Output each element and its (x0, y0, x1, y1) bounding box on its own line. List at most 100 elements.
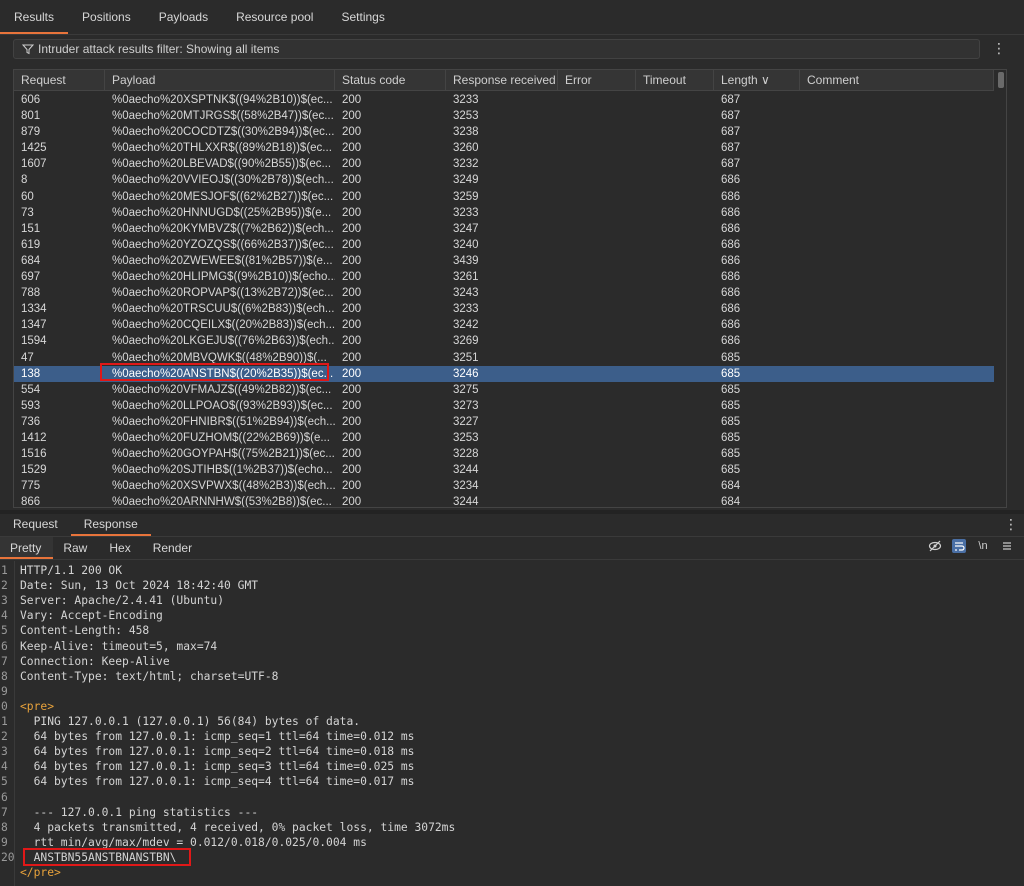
line-number: 6 (1, 639, 8, 653)
table-row[interactable]: 1425 %0aecho%20THLXXR$((89%2B18))$(ec... 2… (14, 140, 994, 156)
request-cell: 1425 (21, 142, 47, 155)
table-row[interactable]: 73 %0aecho%20HNNUGD$((25%2B95))$(e... 200 3… (14, 205, 994, 221)
line-number: 5 (1, 624, 8, 638)
column-timeout[interactable]: Timeout (636, 70, 714, 90)
newline-toggle[interactable]: \n (976, 539, 990, 553)
comment-cell (800, 414, 994, 430)
column-length[interactable]: Length ∨ (714, 70, 800, 90)
timeout-cell (636, 189, 714, 205)
table-row[interactable]: 1516 %0aecho%20GOYPAH$((75%2B21))$(ec... 2… (14, 446, 994, 462)
tab-pretty[interactable]: Pretty (0, 537, 54, 559)
table-row[interactable]: 775 %0aecho%20XSVPWX$((48%2B3))$(ech... 20… (14, 478, 994, 494)
length-cell: 685 (721, 415, 741, 428)
line-number: 7 (1, 654, 8, 668)
response-received-cell: 3228 (453, 448, 479, 461)
status-cell: 200 (342, 335, 362, 348)
request-cell: 697 (21, 271, 41, 284)
error-cell (558, 285, 636, 301)
status-cell: 200 (342, 496, 362, 508)
table-row[interactable]: 60 %0aecho%20MESJOF$((62%2B27))$(ec... 200… (14, 189, 994, 205)
length-cell: 686 (721, 335, 741, 348)
table-row[interactable]: 606 %0aecho%20XSPTNK$((94%2B10))$(ec... 20… (14, 92, 994, 108)
column-payload[interactable]: Payload (105, 70, 335, 90)
table-row[interactable]: 684 %0aecho%20ZWEWEE$((81%2B57))$(e... 200… (14, 253, 994, 269)
table-row[interactable]: 1334 %0aecho%20TRSCUU$((6%2B83))$(ech... 2… (14, 301, 994, 317)
tab-results[interactable]: Results (0, 4, 69, 34)
comment-cell (800, 172, 994, 188)
column-request[interactable]: Request (14, 70, 105, 90)
table-row[interactable]: 801 %0aecho%20MTJRGS$((58%2B47))$(ec... 20… (14, 108, 994, 124)
table-row[interactable]: 1594 %0aecho%20LKGEJU$((76%2B63))$(ech...… (14, 333, 994, 349)
comment-cell (800, 285, 994, 301)
wrap-icon[interactable] (952, 539, 966, 553)
eye-off-icon[interactable] (928, 539, 942, 553)
request-cell: 788 (21, 287, 41, 300)
table-row[interactable]: 554 %0aecho%20VFMAJZ$((49%2B82))$(ec... 20… (14, 382, 994, 398)
table-row[interactable]: 697 %0aecho%20HLIPMG$((9%2B10))$(echo... 2… (14, 269, 994, 285)
table-row[interactable]: 736 %0aecho%20FHNIBR$((51%2B94))$(ech... 2… (14, 414, 994, 430)
menu-icon[interactable] (1000, 539, 1014, 553)
code-text: --- 127.0.0.1 ping statistics --- (20, 805, 259, 819)
tab-raw[interactable]: Raw (53, 537, 99, 559)
table-scrollbar[interactable] (998, 72, 1004, 88)
timeout-cell (636, 205, 714, 221)
tab-resource-pool[interactable]: Resource pool (222, 4, 327, 34)
payload-cell: %0aecho%20HNNUGD$((25%2B95))$(e... (112, 206, 332, 219)
request-cell: 73 (21, 206, 34, 219)
table-row[interactable]: 619 %0aecho%20YZOZQS$((66%2B37))$(ec... 20… (14, 237, 994, 253)
tab-request[interactable]: Request (0, 514, 71, 536)
timeout-cell (636, 285, 714, 301)
table-row[interactable]: 1347 %0aecho%20CQEILX$((20%2B83))$(ech...… (14, 317, 994, 333)
response-received-cell: 3242 (453, 319, 479, 332)
line-number: 8 (1, 820, 8, 834)
table-row[interactable]: 593 %0aecho%20LLPOAO$((93%2B93))$(ec... 20… (14, 398, 994, 414)
tab-hex[interactable]: Hex (99, 537, 142, 559)
column-error[interactable]: Error (558, 70, 636, 90)
error-cell (558, 205, 636, 221)
payload-cell: %0aecho%20MTJRGS$((58%2B47))$(ec... (112, 110, 334, 123)
column-comment[interactable]: Comment (800, 70, 994, 90)
tab-response[interactable]: Response (70, 514, 151, 536)
table-row[interactable]: 8 %0aecho%20VVIEOJ$((30%2B78))$(ech... 200… (14, 172, 994, 188)
column-status-code[interactable]: Status code (335, 70, 446, 90)
length-cell: 686 (721, 206, 741, 219)
tab-settings[interactable]: Settings (327, 4, 398, 34)
error-cell (558, 301, 636, 317)
table-row[interactable]: 788 %0aecho%20ROPVAP$((13%2B72))$(ec... 20… (14, 285, 994, 301)
length-cell: 686 (721, 222, 741, 235)
column-response-received[interactable]: Response received (446, 70, 558, 90)
error-cell (558, 221, 636, 237)
table-row[interactable]: 151 %0aecho%20KYMBVZ$((7%2B62))$(ech... 20… (14, 221, 994, 237)
table-row[interactable]: 1529 %0aecho%20SJTIHB$((1%2B37))$(echo...… (14, 462, 994, 478)
more-options-icon[interactable]: ⋮ (1004, 516, 1018, 533)
line-number: 9 (1, 835, 8, 849)
payload-cell: %0aecho%20THLXXR$((89%2B18))$(ec... (112, 142, 332, 155)
response-received-cell: 3247 (453, 222, 479, 235)
status-cell: 200 (342, 415, 362, 428)
length-cell: 686 (721, 303, 741, 316)
response-editor[interactable]: 1 HTTP/1.1 200 OK 2 Date: Sun, 13 Oct 2024 … (0, 561, 1024, 886)
more-options-icon[interactable]: ⋮ (992, 40, 1006, 58)
tab-render[interactable]: Render (143, 537, 204, 559)
error-cell (558, 317, 636, 333)
timeout-cell (636, 382, 714, 398)
table-row[interactable]: 866 %0aecho%20ARNNHW$((53%2B8))$(ec... 200… (14, 494, 994, 508)
table-row[interactable]: 1412 %0aecho%20FUZHOM$((22%2B69))$(e... 20… (14, 430, 994, 446)
length-cell: 686 (721, 254, 741, 267)
payload-cell: %0aecho%20FUZHOM$((22%2B69))$(e... (112, 431, 330, 444)
line-number: 0 (1, 699, 8, 713)
results-filter-bar[interactable]: Intruder attack results filter: Showing … (13, 39, 980, 59)
table-row[interactable]: 879 %0aecho%20COCDTZ$((30%2B94))$(ec... 20… (14, 124, 994, 140)
table-header: Request Payload Status code Response rec… (14, 70, 994, 91)
line-number: 5 (1, 775, 8, 789)
table-row[interactable]: 1607 %0aecho%20LBEVAD$((90%2B55))$(ec... 2… (14, 156, 994, 172)
line-number: 2 (1, 730, 8, 744)
tab-positions[interactable]: Positions (68, 4, 145, 34)
response-received-cell: 3233 (453, 206, 479, 219)
response-received-cell: 3244 (453, 464, 479, 477)
comment-cell (800, 462, 994, 478)
error-cell (558, 253, 636, 269)
payload-cell: %0aecho%20HLIPMG$((9%2B10))$(echo... (112, 271, 335, 284)
payload-cell: %0aecho%20CQEILX$((20%2B83))$(ech... (112, 319, 335, 332)
tab-payloads[interactable]: Payloads (145, 4, 222, 34)
